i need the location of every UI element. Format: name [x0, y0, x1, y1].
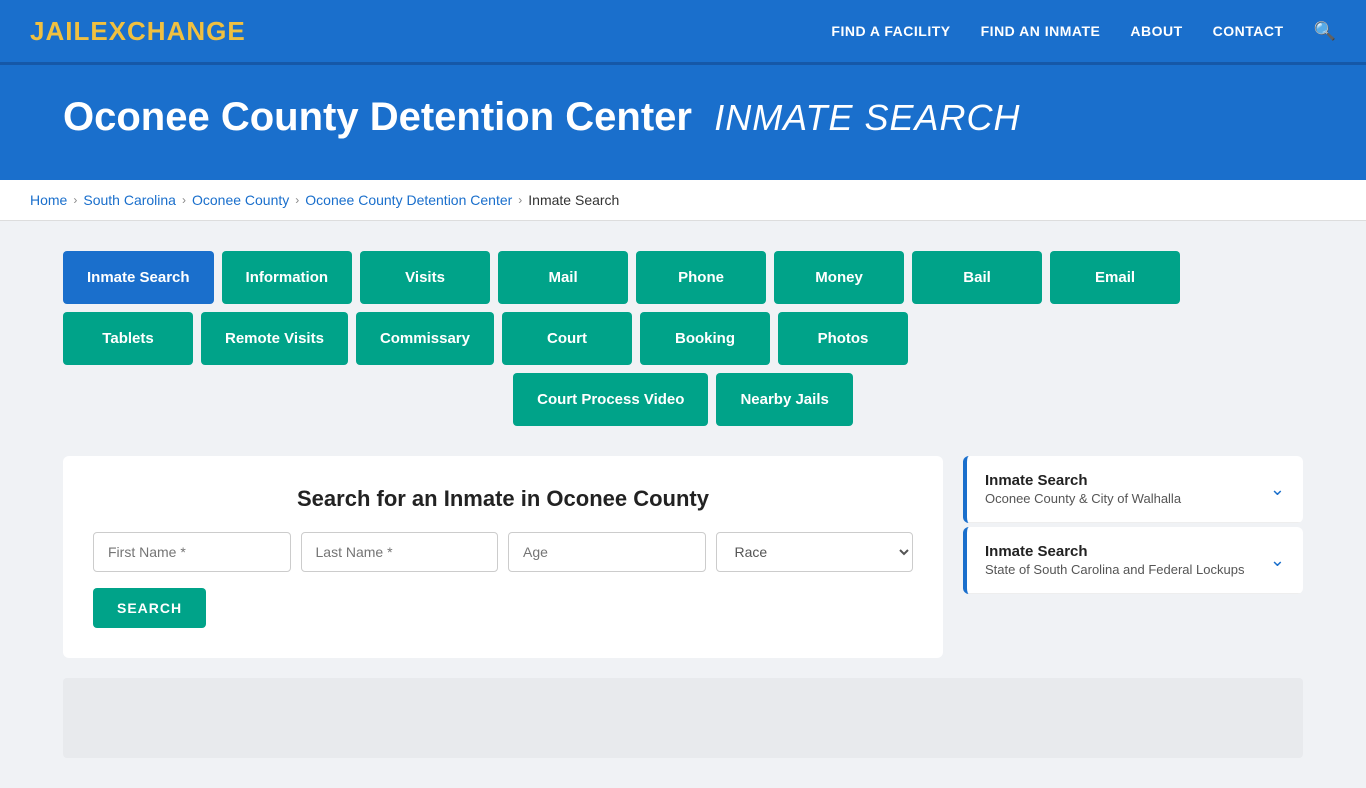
- page-title-italic: INMATE SEARCH: [714, 97, 1020, 138]
- tabs-container: Inmate Search Information Visits Mail Ph…: [63, 251, 1303, 426]
- sidebar-card-local-header[interactable]: Inmate Search Oconee County & City of Wa…: [967, 456, 1303, 523]
- tab-remote-visits[interactable]: Remote Visits: [201, 312, 348, 365]
- sidebar-card-state-title: Inmate Search: [985, 543, 1244, 560]
- tab-money[interactable]: Money: [774, 251, 904, 304]
- sidebar-card-local: Inmate Search Oconee County & City of Wa…: [963, 456, 1303, 523]
- sidebar-card-local-text: Inmate Search Oconee County & City of Wa…: [985, 472, 1181, 506]
- tab-information[interactable]: Information: [222, 251, 353, 304]
- breadcrumb-sep-4: ›: [518, 193, 522, 207]
- tab-tablets[interactable]: Tablets: [63, 312, 193, 365]
- tab-visits[interactable]: Visits: [360, 251, 490, 304]
- sidebar-card-state-header[interactable]: Inmate Search State of South Carolina an…: [967, 527, 1303, 594]
- sidebar-card-local-subtitle: Oconee County & City of Walhalla: [985, 491, 1181, 506]
- breadcrumb: Home › South Carolina › Oconee County › …: [0, 180, 1366, 221]
- tab-mail[interactable]: Mail: [498, 251, 628, 304]
- tab-nearby-jails[interactable]: Nearby Jails: [716, 373, 852, 426]
- nav-links: FIND A FACILITY FIND AN INMATE ABOUT CON…: [831, 21, 1336, 42]
- sidebar-card-state: Inmate Search State of South Carolina an…: [963, 527, 1303, 594]
- sidebar-card-local-title: Inmate Search: [985, 472, 1181, 489]
- breadcrumb-facility[interactable]: Oconee County Detention Center: [305, 192, 512, 208]
- breadcrumb-home[interactable]: Home: [30, 192, 67, 208]
- sidebar-card-state-subtitle: State of South Carolina and Federal Lock…: [985, 562, 1244, 577]
- tab-photos[interactable]: Photos: [778, 312, 908, 365]
- logo-exchange: EXCHANGE: [90, 16, 245, 46]
- tab-inmate-search[interactable]: Inmate Search: [63, 251, 214, 304]
- main-content: Inmate Search Information Visits Mail Ph…: [33, 221, 1333, 788]
- nav-find-facility[interactable]: FIND A FACILITY: [831, 23, 950, 39]
- site-logo[interactable]: JAILEXCHANGE: [30, 16, 246, 47]
- race-select[interactable]: Race White Black Hispanic Asian Other: [716, 532, 914, 572]
- gray-content-strip: [63, 678, 1303, 758]
- age-input[interactable]: [508, 532, 706, 572]
- logo-jail: JAIL: [30, 16, 90, 46]
- nav-about[interactable]: ABOUT: [1130, 23, 1182, 39]
- page-title-main: Oconee County Detention Center: [63, 95, 692, 139]
- breadcrumb-sep-1: ›: [73, 193, 77, 207]
- tab-phone[interactable]: Phone: [636, 251, 766, 304]
- nav-find-inmate[interactable]: FIND AN INMATE: [981, 23, 1101, 39]
- tab-email[interactable]: Email: [1050, 251, 1180, 304]
- page-title: Oconee County Detention Center INMATE SE…: [63, 95, 1303, 140]
- search-form-box: Search for an Inmate in Oconee County Ra…: [63, 456, 943, 658]
- sidebar-card-state-text: Inmate Search State of South Carolina an…: [985, 543, 1244, 577]
- chevron-down-icon-2: ⌄: [1270, 550, 1285, 571]
- tabs-row-3: Court Process Video Nearby Jails: [63, 373, 1303, 426]
- sidebar: Inmate Search Oconee County & City of Wa…: [963, 456, 1303, 598]
- breadcrumb-oconee-county[interactable]: Oconee County: [192, 192, 289, 208]
- tab-court-process-video[interactable]: Court Process Video: [513, 373, 708, 426]
- content-row: Search for an Inmate in Oconee County Ra…: [63, 456, 1303, 658]
- navigation: JAILEXCHANGE FIND A FACILITY FIND AN INM…: [0, 0, 1366, 65]
- nav-contact[interactable]: CONTACT: [1213, 23, 1284, 39]
- tab-bail[interactable]: Bail: [912, 251, 1042, 304]
- search-form-title: Search for an Inmate in Oconee County: [93, 486, 913, 512]
- chevron-down-icon: ⌄: [1270, 479, 1285, 500]
- search-inputs: Race White Black Hispanic Asian Other: [93, 532, 913, 572]
- hero-banner: Oconee County Detention Center INMATE SE…: [0, 65, 1366, 180]
- breadcrumb-sep-3: ›: [295, 193, 299, 207]
- search-button[interactable]: SEARCH: [93, 588, 206, 628]
- search-icon[interactable]: 🔍: [1314, 21, 1336, 42]
- tab-booking[interactable]: Booking: [640, 312, 770, 365]
- breadcrumb-current: Inmate Search: [528, 192, 619, 208]
- breadcrumb-sep-2: ›: [182, 193, 186, 207]
- tab-commissary[interactable]: Commissary: [356, 312, 494, 365]
- breadcrumb-south-carolina[interactable]: South Carolina: [83, 192, 176, 208]
- last-name-input[interactable]: [301, 532, 499, 572]
- first-name-input[interactable]: [93, 532, 291, 572]
- tab-court[interactable]: Court: [502, 312, 632, 365]
